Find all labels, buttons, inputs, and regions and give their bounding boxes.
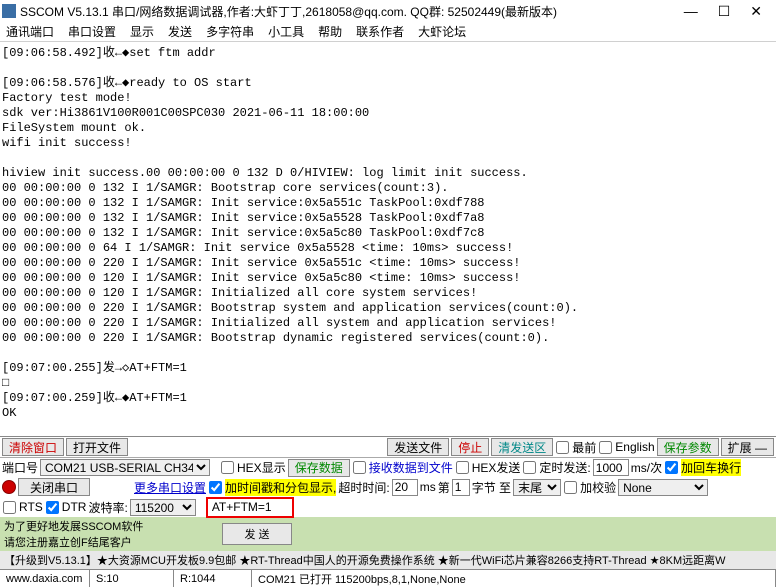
status-recv: R:1044	[174, 570, 252, 587]
command-highlight	[206, 497, 294, 518]
menu-multistring[interactable]: 多字符串	[206, 23, 254, 40]
dtr-label: DTR	[62, 500, 87, 514]
clear-send-area-button[interactable]: 清发送区	[491, 438, 553, 456]
window-title: SSCOM V5.13.1 串口/网络数据调试器,作者:大虾丁丁,2618058…	[20, 3, 684, 20]
menu-help[interactable]: 帮助	[318, 23, 342, 40]
promo-text-1a: 为了更好地发展SSCOM软件	[4, 521, 143, 533]
timed-send-label: 定时发送:	[539, 459, 590, 476]
timestamp-label: 加时间戳和分包显示,	[225, 479, 336, 496]
status-port: COM21 已打开 115200bps,8,1,None,None	[252, 570, 776, 587]
promo-text-1c: 请您注册嘉立创F结尾客户	[4, 537, 132, 549]
hex-show-label: HEX显示	[237, 459, 286, 476]
row-3: 关闭串口 更多串口设置 加时间戳和分包显示, 超时时间: ms 第 字节 至 末…	[0, 477, 776, 497]
byte-input[interactable]	[452, 479, 470, 496]
tail-select[interactable]: 末尾	[513, 479, 561, 496]
status-sent: S:10	[90, 570, 174, 587]
save-params-button[interactable]: 保存参数	[657, 438, 719, 456]
menu-contact[interactable]: 联系作者	[356, 23, 404, 40]
byte-label: 第	[438, 479, 450, 496]
hex-send-checkbox[interactable]	[456, 461, 469, 474]
byte-end-label: 字节 至	[472, 479, 511, 496]
timestamp-checkbox[interactable]	[209, 481, 222, 494]
maximize-button[interactable]: ☐	[718, 3, 731, 20]
menu-send[interactable]: 发送	[168, 23, 192, 40]
crlf-checkbox[interactable]	[665, 461, 678, 474]
checksum-select[interactable]: None	[618, 479, 708, 496]
save-data-button[interactable]: 保存数据	[288, 459, 350, 477]
hex-show-checkbox[interactable]	[221, 461, 234, 474]
port-label: 端口号	[2, 459, 38, 476]
menu-tools[interactable]: 小工具	[268, 23, 304, 40]
port-select[interactable]: COM21 USB-SERIAL CH340	[40, 459, 210, 476]
minimize-button[interactable]: —	[684, 3, 698, 20]
row-1: 清除窗口 打开文件 发送文件 停止 清发送区 最前 English 保存参数 扩…	[0, 437, 776, 457]
status-url[interactable]: www.daxia.com	[0, 570, 90, 587]
control-panel: 清除窗口 打开文件 发送文件 停止 清发送区 最前 English 保存参数 扩…	[0, 436, 776, 587]
english-label: English	[615, 440, 654, 454]
timeout-label: 超时时间:	[338, 479, 389, 496]
front-label: 最前	[572, 439, 596, 456]
timeout-unit: ms	[420, 480, 436, 494]
send-button[interactable]: 发 送	[222, 523, 292, 545]
timed-send-unit: ms/次	[631, 459, 662, 476]
close-port-button[interactable]: 关闭串口	[18, 478, 90, 496]
menu-port[interactable]: 通讯端口	[6, 23, 54, 40]
close-button[interactable]: ✕	[750, 3, 762, 20]
status-bar: www.daxia.com S:10 R:1044 COM21 已打开 1152…	[0, 569, 776, 587]
more-settings-link[interactable]: 更多串口设置	[134, 479, 206, 496]
checksum-label: 加校验	[580, 479, 616, 496]
open-file-button[interactable]: 打开文件	[66, 438, 128, 456]
baud-select[interactable]: 115200	[130, 499, 196, 516]
app-icon	[2, 4, 16, 18]
promo-bar-1: 为了更好地发展SSCOM软件 请您注册嘉立创F结尾客户 发 送	[0, 517, 776, 551]
command-input[interactable]	[210, 499, 290, 516]
row-2: 端口号 COM21 USB-SERIAL CH340 HEX显示 保存数据 接收…	[0, 457, 776, 477]
dtr-checkbox[interactable]	[46, 501, 59, 514]
timed-send-input[interactable]	[593, 459, 629, 476]
hex-send-label: HEX发送	[472, 459, 521, 476]
english-checkbox[interactable]	[599, 441, 612, 454]
record-icon[interactable]	[2, 480, 16, 494]
baud-label: 波特率:	[88, 499, 127, 516]
timeout-input[interactable]	[392, 479, 418, 496]
row-4: RTS DTR 波特率: 115200	[0, 497, 776, 517]
title-bar: SSCOM V5.13.1 串口/网络数据调试器,作者:大虾丁丁,2618058…	[0, 0, 776, 22]
promo-bar-2[interactable]: 【升级到V5.13.1】★大资源MCU开发板9.9包邮 ★RT-Thread中国…	[0, 551, 776, 569]
terminal-output[interactable]: [09:06:58.492]收←◆set ftm addr [09:06:58.…	[0, 42, 776, 436]
front-checkbox[interactable]	[556, 441, 569, 454]
extend-button[interactable]: 扩展 —	[721, 438, 774, 456]
timed-send-checkbox[interactable]	[523, 461, 536, 474]
menu-forum[interactable]: 大虾论坛	[418, 23, 466, 40]
menu-display[interactable]: 显示	[130, 23, 154, 40]
stop-button[interactable]: 停止	[451, 438, 489, 456]
rx-to-file-checkbox[interactable]	[353, 461, 366, 474]
send-file-button[interactable]: 发送文件	[387, 438, 449, 456]
rts-label: RTS	[19, 500, 43, 514]
checksum-checkbox[interactable]	[564, 481, 577, 494]
menu-bar: 通讯端口 串口设置 显示 发送 多字符串 小工具 帮助 联系作者 大虾论坛	[0, 22, 776, 42]
rx-to-file-label: 接收数据到文件	[369, 459, 453, 476]
clear-window-button[interactable]: 清除窗口	[2, 438, 64, 456]
menu-serial-settings[interactable]: 串口设置	[68, 23, 116, 40]
rts-checkbox[interactable]	[3, 501, 16, 514]
crlf-label: 加回车换行	[681, 459, 741, 476]
